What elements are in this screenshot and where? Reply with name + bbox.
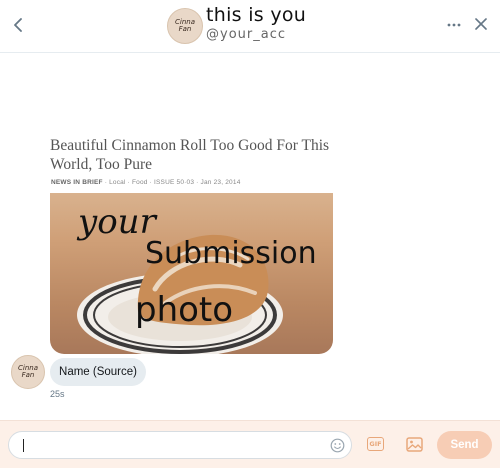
emoji-icon: [330, 438, 344, 452]
article-meta-details: · Local · Food · ISSUE 50·03 · Jan 23, 2…: [102, 179, 241, 186]
emoji-button[interactable]: [329, 437, 345, 453]
shared-article-card[interactable]: Beautiful Cinnamon Roll Too Good For Thi…: [50, 130, 333, 354]
add-image-button[interactable]: [405, 435, 423, 453]
message-input-box[interactable]: [8, 431, 352, 459]
text-cursor: [23, 439, 24, 452]
message-bubble: Name (Source): [50, 358, 146, 386]
avatar[interactable]: Cinna Fan: [167, 8, 203, 44]
article-section: NEWS IN BRIEF: [51, 179, 103, 186]
dm-conversation: Cinna Fan this is you @your_acc Beautifu…: [0, 0, 500, 468]
profile-name[interactable]: this is you: [206, 4, 306, 26]
message-input[interactable]: [21, 436, 325, 456]
profile-handle: @your_acc: [206, 27, 286, 42]
close-icon: [475, 18, 487, 30]
chevron-left-icon: [14, 18, 22, 32]
gif-icon: GIF: [369, 440, 382, 448]
sender-avatar[interactable]: Cinna Fan: [11, 355, 45, 389]
message-timestamp: 25s: [50, 389, 65, 399]
conversation-header: Cinna Fan this is you @your_acc: [0, 0, 500, 53]
overlay-text-photo: photo: [135, 290, 233, 330]
more-options-button[interactable]: [446, 17, 462, 33]
back-button[interactable]: [8, 14, 30, 36]
gif-button[interactable]: GIF: [367, 437, 384, 451]
message-composer: GIF Send: [0, 420, 500, 468]
cinnamon-roll-photo: your Submission photo: [76, 202, 317, 354]
send-button[interactable]: Send: [437, 431, 492, 459]
article-meta: NEWS IN BRIEF · Local · Food · ISSUE 50·…: [51, 179, 241, 186]
more-dots-icon: [447, 23, 461, 27]
avatar-label: Cinna Fan: [175, 18, 195, 33]
overlay-text-submission: Submission: [145, 236, 317, 271]
sender-avatar-label: Cinna Fan: [18, 364, 38, 379]
close-button[interactable]: [472, 15, 490, 33]
image-icon: [405, 436, 423, 452]
article-photo: your Submission photo: [50, 193, 333, 354]
article-headline: Beautiful Cinnamon Roll Too Good For Thi…: [50, 137, 330, 173]
